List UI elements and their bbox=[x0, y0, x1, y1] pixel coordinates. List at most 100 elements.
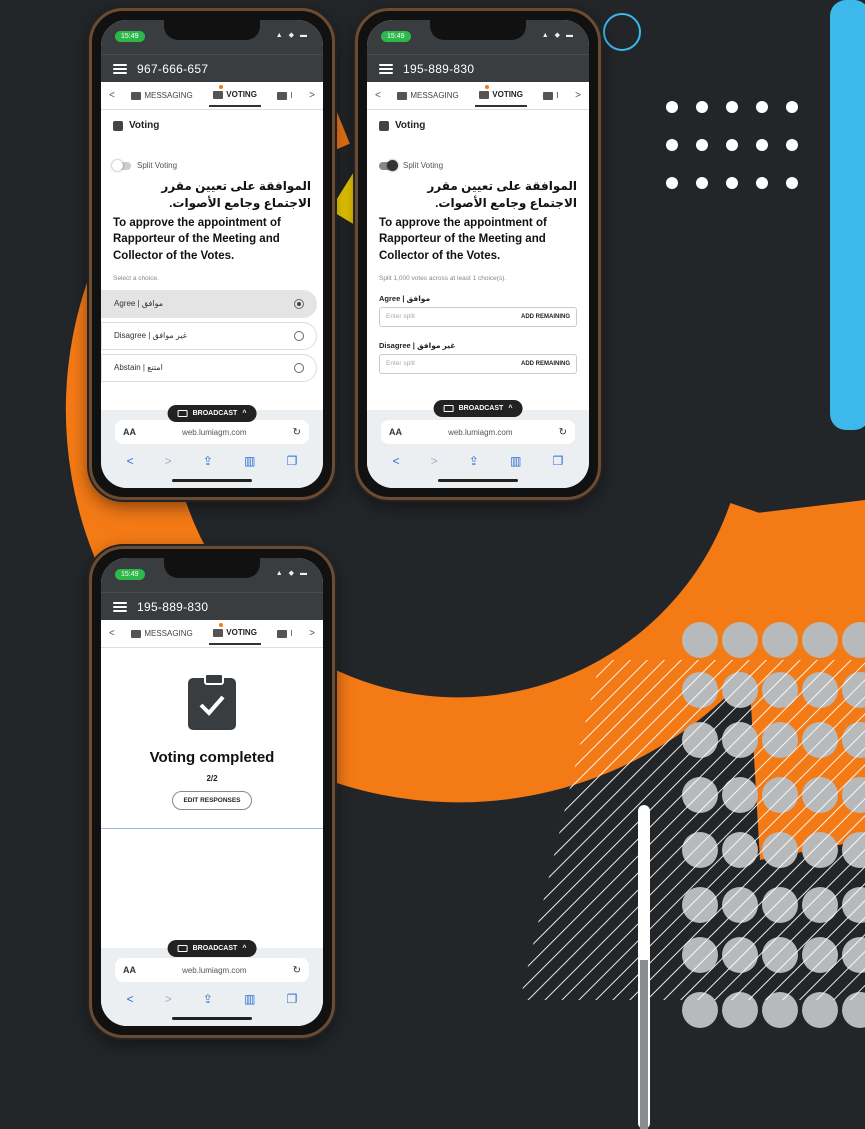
choice-label: Agree | موافق bbox=[114, 299, 164, 309]
app-bar: 195-889-830 bbox=[367, 54, 589, 82]
divider bbox=[101, 828, 323, 829]
document-icon bbox=[277, 91, 288, 100]
tab-next-icon[interactable]: > bbox=[309, 90, 315, 101]
split-input-agree[interactable]: Enter split ADD REMAINING bbox=[379, 306, 577, 327]
split-voting-toggle[interactable] bbox=[112, 159, 131, 171]
url-bar[interactable]: AA web.lumiagm.com ↻ bbox=[115, 958, 309, 982]
broadcast-button[interactable]: BROADCAST ^ bbox=[167, 940, 257, 957]
choice-disagree[interactable]: Disagree | غير موافق bbox=[101, 321, 317, 350]
tab-next-icon[interactable]: > bbox=[309, 628, 315, 639]
split-voting-row: Split Voting bbox=[367, 141, 589, 174]
tab-documents[interactable]: I bbox=[539, 85, 562, 106]
home-indicator bbox=[438, 479, 518, 482]
choice-label: Disagree | غير موافق bbox=[114, 331, 187, 341]
white-dots bbox=[666, 101, 798, 189]
text-size-button[interactable]: AA bbox=[123, 427, 136, 437]
split-voting-row: Split Voting bbox=[101, 141, 323, 174]
broadcast-label: BROADCAST bbox=[458, 405, 504, 412]
app-bar: 195-889-830 bbox=[101, 592, 323, 620]
phone-voting-completed: 15:49 ▲ ◆ ▬ 195-889-830 < MESSAGING VOTI… bbox=[89, 546, 335, 1038]
tab-bar: < MESSAGING VOTING I > bbox=[367, 82, 589, 110]
broadcast-button[interactable]: BROADCAST ^ bbox=[167, 405, 257, 422]
share-icon[interactable]: ⇪ bbox=[469, 454, 479, 468]
share-icon[interactable]: ⇪ bbox=[203, 454, 213, 468]
split-input-placeholder: Enter split bbox=[386, 313, 415, 321]
reload-icon[interactable]: ↻ bbox=[559, 427, 567, 438]
tab-voting[interactable]: VOTING bbox=[209, 84, 261, 107]
tab-voting-label: VOTING bbox=[492, 90, 523, 99]
radio-selected-icon bbox=[294, 298, 304, 309]
chevron-up-icon: ^ bbox=[242, 410, 247, 417]
tabs-icon[interactable]: ❐ bbox=[287, 992, 298, 1006]
choice-agree[interactable]: Agree | موافق bbox=[101, 289, 317, 318]
app-bar: 967-666-657 bbox=[101, 54, 323, 82]
back-icon[interactable]: < bbox=[127, 992, 134, 1006]
tab-next-icon[interactable]: > bbox=[575, 90, 581, 101]
status-time: 15:49 bbox=[115, 569, 145, 580]
voting-icon bbox=[213, 628, 224, 637]
add-remaining-button[interactable]: ADD REMAINING bbox=[521, 361, 570, 367]
browser-nav: < > ⇪ ▥ ❐ bbox=[367, 444, 589, 468]
back-icon[interactable]: < bbox=[393, 454, 400, 468]
browser-toolbar: AA web.lumiagm.com ↻ < > ⇪ ▥ ❐ bbox=[367, 410, 589, 488]
cast-icon bbox=[177, 945, 188, 952]
cast-icon bbox=[177, 410, 188, 417]
url-bar[interactable]: AA web.lumiagm.com ↻ bbox=[115, 420, 309, 444]
tab-voting[interactable]: VOTING bbox=[209, 622, 261, 645]
text-size-button[interactable]: AA bbox=[389, 427, 402, 437]
status-icons: ▲ ◆ ▬ bbox=[275, 570, 309, 577]
status-icons: ▲ ◆ ▬ bbox=[275, 32, 309, 39]
split-voting-toggle[interactable] bbox=[379, 159, 398, 171]
messaging-icon bbox=[131, 91, 142, 100]
blue-bar bbox=[830, 0, 865, 430]
poll-icon bbox=[113, 120, 123, 131]
split-input-disagree[interactable]: Enter split ADD REMAINING bbox=[379, 353, 577, 374]
section-title: Voting bbox=[367, 110, 589, 141]
tab-messaging[interactable]: MESSAGING bbox=[393, 85, 462, 106]
bookmarks-icon[interactable]: ▥ bbox=[244, 992, 255, 1006]
forward-icon[interactable]: > bbox=[431, 454, 438, 468]
radio-icon bbox=[294, 362, 304, 373]
tab-prev-icon[interactable]: < bbox=[109, 628, 115, 639]
reload-icon[interactable]: ↻ bbox=[293, 427, 301, 438]
tabs-icon[interactable]: ❐ bbox=[287, 454, 298, 468]
text-size-button[interactable]: AA bbox=[123, 965, 136, 975]
split-choice-label: Disagree | غير موافق bbox=[379, 340, 456, 350]
meeting-id: 967-666-657 bbox=[137, 61, 209, 76]
tab-messaging[interactable]: MESSAGING bbox=[127, 85, 196, 106]
section-title-text: Voting bbox=[395, 120, 426, 131]
completed-title: Voting completed bbox=[149, 749, 275, 766]
tab-voting[interactable]: VOTING bbox=[475, 84, 527, 107]
reload-icon[interactable]: ↻ bbox=[293, 965, 301, 976]
tab-prev-icon[interactable]: < bbox=[109, 90, 115, 101]
url-bar[interactable]: AA web.lumiagm.com ↻ bbox=[381, 420, 575, 444]
back-icon[interactable]: < bbox=[127, 454, 134, 468]
menu-icon[interactable] bbox=[379, 63, 393, 74]
choice-abstain[interactable]: Abstain | امتنع bbox=[101, 353, 317, 382]
tabs-icon[interactable]: ❐ bbox=[553, 454, 564, 468]
bookmarks-icon[interactable]: ▥ bbox=[244, 454, 255, 468]
broadcast-button[interactable]: BROADCAST ^ bbox=[433, 400, 523, 417]
bookmarks-icon[interactable]: ▥ bbox=[510, 454, 521, 468]
menu-icon[interactable] bbox=[113, 63, 127, 74]
browser-nav: < > ⇪ ▥ ❐ bbox=[101, 982, 323, 1006]
completed-panel: Voting completed 2/2 EDIT RESPONSES bbox=[101, 648, 323, 810]
forward-icon[interactable]: > bbox=[165, 454, 172, 468]
forward-icon[interactable]: > bbox=[165, 992, 172, 1006]
tab-prev-icon[interactable]: < bbox=[375, 90, 381, 101]
section-title-text: Voting bbox=[129, 120, 160, 131]
browser-nav: < > ⇪ ▥ ❐ bbox=[101, 444, 323, 468]
add-remaining-button[interactable]: ADD REMAINING bbox=[521, 314, 570, 320]
split-input-placeholder: Enter split bbox=[386, 360, 415, 368]
edit-responses-button[interactable]: EDIT RESPONSES bbox=[172, 791, 252, 810]
question-arabic: الموافقة على تعيين مقرر الاجتماع وجامع ا… bbox=[427, 179, 577, 211]
phone-voting-select: 15:49 ▲ ◆ ▬ 967-666-657 < MESSAGING VOTI… bbox=[89, 8, 335, 500]
tab-documents[interactable]: I bbox=[273, 623, 296, 644]
messaging-icon bbox=[131, 629, 142, 638]
menu-icon[interactable] bbox=[113, 601, 127, 612]
tab-messaging-label: MESSAGING bbox=[410, 91, 459, 100]
home-indicator bbox=[172, 1017, 252, 1020]
tab-documents[interactable]: I bbox=[273, 85, 296, 106]
share-icon[interactable]: ⇪ bbox=[203, 992, 213, 1006]
tab-messaging[interactable]: MESSAGING bbox=[127, 623, 196, 644]
